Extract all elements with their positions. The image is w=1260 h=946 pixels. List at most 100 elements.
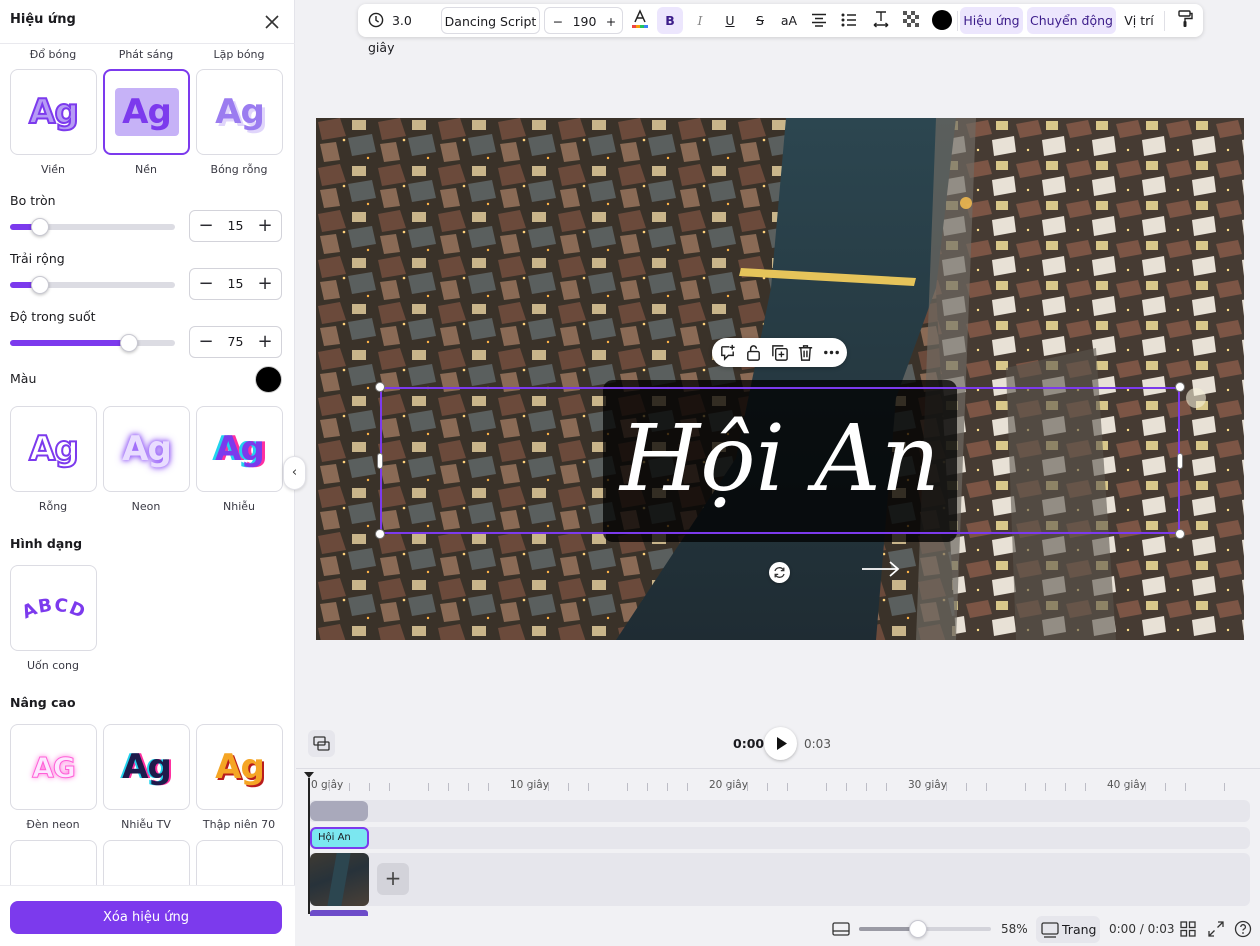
increase-font-button[interactable]: + (600, 8, 622, 35)
letter-case-button[interactable]: aA (776, 7, 802, 34)
increase-button[interactable]: + (250, 269, 280, 299)
bold-button[interactable]: B (657, 7, 683, 34)
tick-mark (647, 783, 649, 791)
resize-handle-left[interactable] (377, 453, 383, 469)
decrease-button[interactable]: − (191, 269, 221, 299)
collapse-panel-button[interactable]: ‹ (283, 456, 306, 490)
transparency-button[interactable] (898, 7, 924, 34)
effect-tile-outline[interactable]: Ag (10, 69, 97, 155)
spread-slider[interactable] (10, 276, 175, 294)
increase-button[interactable]: + (250, 327, 280, 357)
increase-button[interactable]: + (250, 211, 280, 241)
duplicate-icon[interactable] (770, 343, 789, 362)
zoom-knob[interactable] (909, 920, 927, 938)
effects-button[interactable]: Hiệu ứng (960, 7, 1023, 34)
play-button[interactable] (764, 727, 797, 760)
resize-handle-right[interactable] (1177, 453, 1183, 469)
total-duration: 0:03 (804, 737, 831, 751)
slider-knob[interactable] (31, 218, 49, 236)
text-track[interactable]: Hội An (308, 827, 1250, 849)
clear-effect-button[interactable]: Xóa hiệu ứng (10, 901, 282, 934)
comment-add-icon[interactable] (718, 343, 737, 362)
decrease-font-button[interactable]: − (547, 8, 569, 35)
position-button[interactable]: Vị trí (1119, 7, 1159, 34)
text-color-button[interactable] (628, 7, 652, 34)
video-track[interactable]: + (308, 853, 1250, 906)
tile-sample: Ag (122, 92, 172, 132)
animate-button[interactable]: Chuyển động (1027, 7, 1116, 34)
color-button[interactable] (929, 7, 955, 34)
rotate-handle[interactable] (769, 562, 790, 583)
roundness-slider[interactable] (10, 218, 175, 236)
tick-mark (965, 783, 967, 791)
tile-caption: Rỗng (38, 500, 68, 513)
audio-track[interactable] (308, 800, 1250, 822)
effect-tile-partial[interactable]: AG (103, 840, 190, 885)
tick-label: 40 giây (1107, 779, 1146, 791)
tick-mark (1184, 783, 1186, 791)
effect-tile-hollow[interactable]: Ag (10, 406, 97, 492)
switch-view-button[interactable] (308, 730, 335, 757)
text-clip[interactable]: Hội An (310, 827, 369, 849)
selection-box[interactable] (380, 387, 1180, 534)
slider-knob[interactable] (120, 334, 138, 352)
play-icon (777, 737, 787, 750)
effect-tile-partial[interactable]: Ag (196, 840, 283, 885)
underline-button[interactable]: U (717, 7, 743, 34)
zoom-level[interactable]: 58% (1001, 922, 1028, 936)
effect-tile-glitch[interactable]: Ag (196, 406, 283, 492)
effect-tile-neon-light[interactable]: AG (10, 724, 97, 810)
decrease-button[interactable]: − (191, 211, 221, 241)
decrease-button[interactable]: − (191, 327, 221, 357)
more-options-icon[interactable] (822, 343, 841, 362)
resize-handle-bottom-right[interactable] (1175, 529, 1185, 539)
lock-icon[interactable] (744, 343, 763, 362)
playhead[interactable] (308, 778, 310, 914)
stepper-value[interactable]: 15 (220, 269, 251, 299)
effect-tile-partial[interactable]: AG (10, 840, 97, 885)
grid-view-icon[interactable] (1179, 920, 1197, 938)
copy-style-button[interactable] (1172, 7, 1198, 34)
italic-button[interactable]: I (687, 7, 713, 34)
stepper-value[interactable]: 15 (220, 211, 251, 241)
resize-handle-top-left[interactable] (375, 382, 385, 392)
tick-mark (1065, 783, 1067, 791)
effect-tile-neon[interactable]: Ag (103, 406, 190, 492)
resize-handle-top-right[interactable] (1175, 382, 1185, 392)
pages-button[interactable]: Trang (1036, 916, 1100, 943)
strikethrough-button[interactable]: S (747, 7, 773, 34)
trash-icon[interactable] (796, 343, 815, 362)
zoom-slider[interactable] (859, 920, 991, 938)
close-icon[interactable] (262, 12, 282, 32)
align-button[interactable] (806, 7, 832, 34)
effect-tile-tv-glitch[interactable]: Ag (103, 724, 190, 810)
effect-tile-background[interactable]: Ag (103, 69, 190, 155)
transparency-slider[interactable] (10, 334, 175, 352)
duration-button[interactable]: 3.0 giây (364, 7, 438, 55)
effect-tile-seventies[interactable]: Ag (196, 724, 283, 810)
fullscreen-icon[interactable] (1207, 920, 1225, 938)
stepper-value[interactable]: 75 (220, 327, 251, 357)
list-button[interactable] (836, 7, 862, 34)
audio-clip[interactable] (310, 801, 368, 821)
effect-tile-curve[interactable]: ABCD (10, 565, 97, 651)
tick-label: 10 giây (510, 779, 549, 791)
arrow-right-icon[interactable] (860, 560, 902, 578)
partial-track-clip[interactable] (310, 910, 368, 916)
add-clip-button[interactable]: + (377, 863, 409, 895)
notes-icon[interactable] (832, 920, 850, 938)
video-clip-thumbnail[interactable] (310, 853, 369, 906)
resize-handle-bottom-left[interactable] (375, 529, 385, 539)
effect-tile-hollow-shadow[interactable]: Ag (196, 69, 283, 155)
help-icon[interactable] (1234, 920, 1252, 938)
spacing-icon (873, 11, 889, 28)
align-center-icon (812, 13, 826, 27)
font-size-value[interactable]: 190 (569, 8, 600, 35)
slider-knob[interactable] (31, 276, 49, 294)
tick-mark (547, 783, 549, 791)
color-label: Màu (10, 371, 37, 386)
spacing-button[interactable] (868, 7, 894, 34)
color-swatch[interactable] (255, 366, 282, 393)
font-selector[interactable]: Dancing Script (441, 7, 540, 34)
transparency-label: Độ trong suốt (10, 309, 96, 324)
